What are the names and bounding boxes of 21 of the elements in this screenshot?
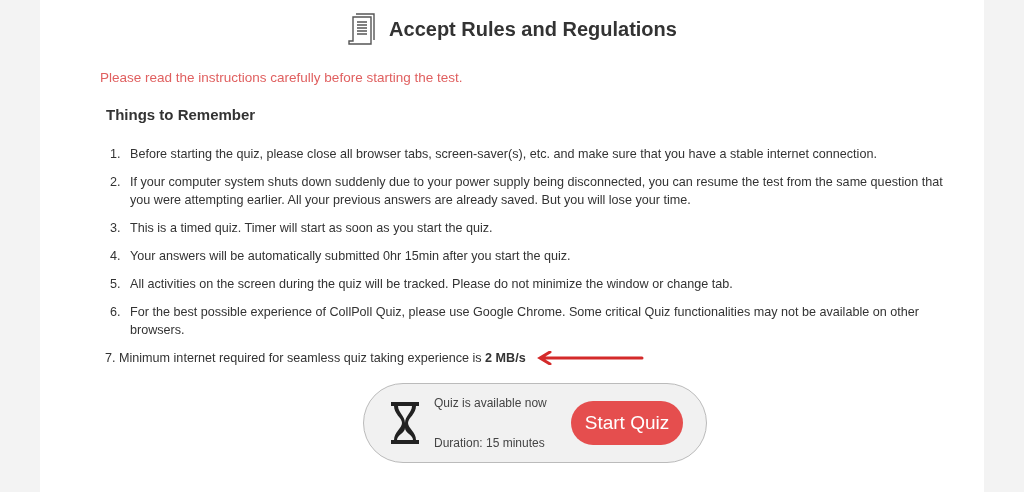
rule-text: 7. Minimum internet required for seamless quiz taking experience is 2 MB/s xyxy=(104,350,526,367)
quiz-duration: Duration: 15 minutes xyxy=(434,436,546,450)
list-number: 5. xyxy=(109,276,122,293)
section-heading: Things to Remember xyxy=(106,106,257,123)
rule-text: Your answers will be automatically submitted 0hr 15min after you start the quiz. xyxy=(130,248,572,265)
list-number: 1. xyxy=(109,146,122,163)
instruction-notice: Please read the instructions carefully before starting the test. xyxy=(100,70,464,85)
rule-text: All activities on the screen during the quiz will be tracked. Please do not minimize the window or change tab. xyxy=(130,276,734,293)
list-number: 6. xyxy=(109,304,122,321)
rule-text: Before starting the quiz, please close all browser tabs, screen-saver(s), etc. and make sure that you have a stable internet connection. xyxy=(130,146,878,163)
list-number: 4. xyxy=(109,248,122,265)
rule-text: This is a timed quiz. Timer will start as soon as you start the quiz. xyxy=(130,220,494,237)
rule-text: For the best possible experience of CollPoll Quiz, please use Google Chrome. Some critical Quiz functionalities may not be available on other browsers. xyxy=(130,304,920,339)
arrow-icon xyxy=(535,351,644,365)
rule-text: If your computer system shuts down suddenly due to your power supply being disconnected, you can resume the test from the same question that you were attempting earlier. All your previous answers are already saved. But you will lose your time. xyxy=(130,174,944,209)
page-title: Accept Rules and Regulations xyxy=(389,17,677,41)
hourglass-icon xyxy=(390,401,420,445)
quiz-status: Quiz is available now xyxy=(434,396,547,410)
list-number: 2. xyxy=(109,174,122,191)
start-quiz-button[interactable]: Start Quiz xyxy=(570,401,684,445)
list-number: 3. xyxy=(109,220,122,237)
